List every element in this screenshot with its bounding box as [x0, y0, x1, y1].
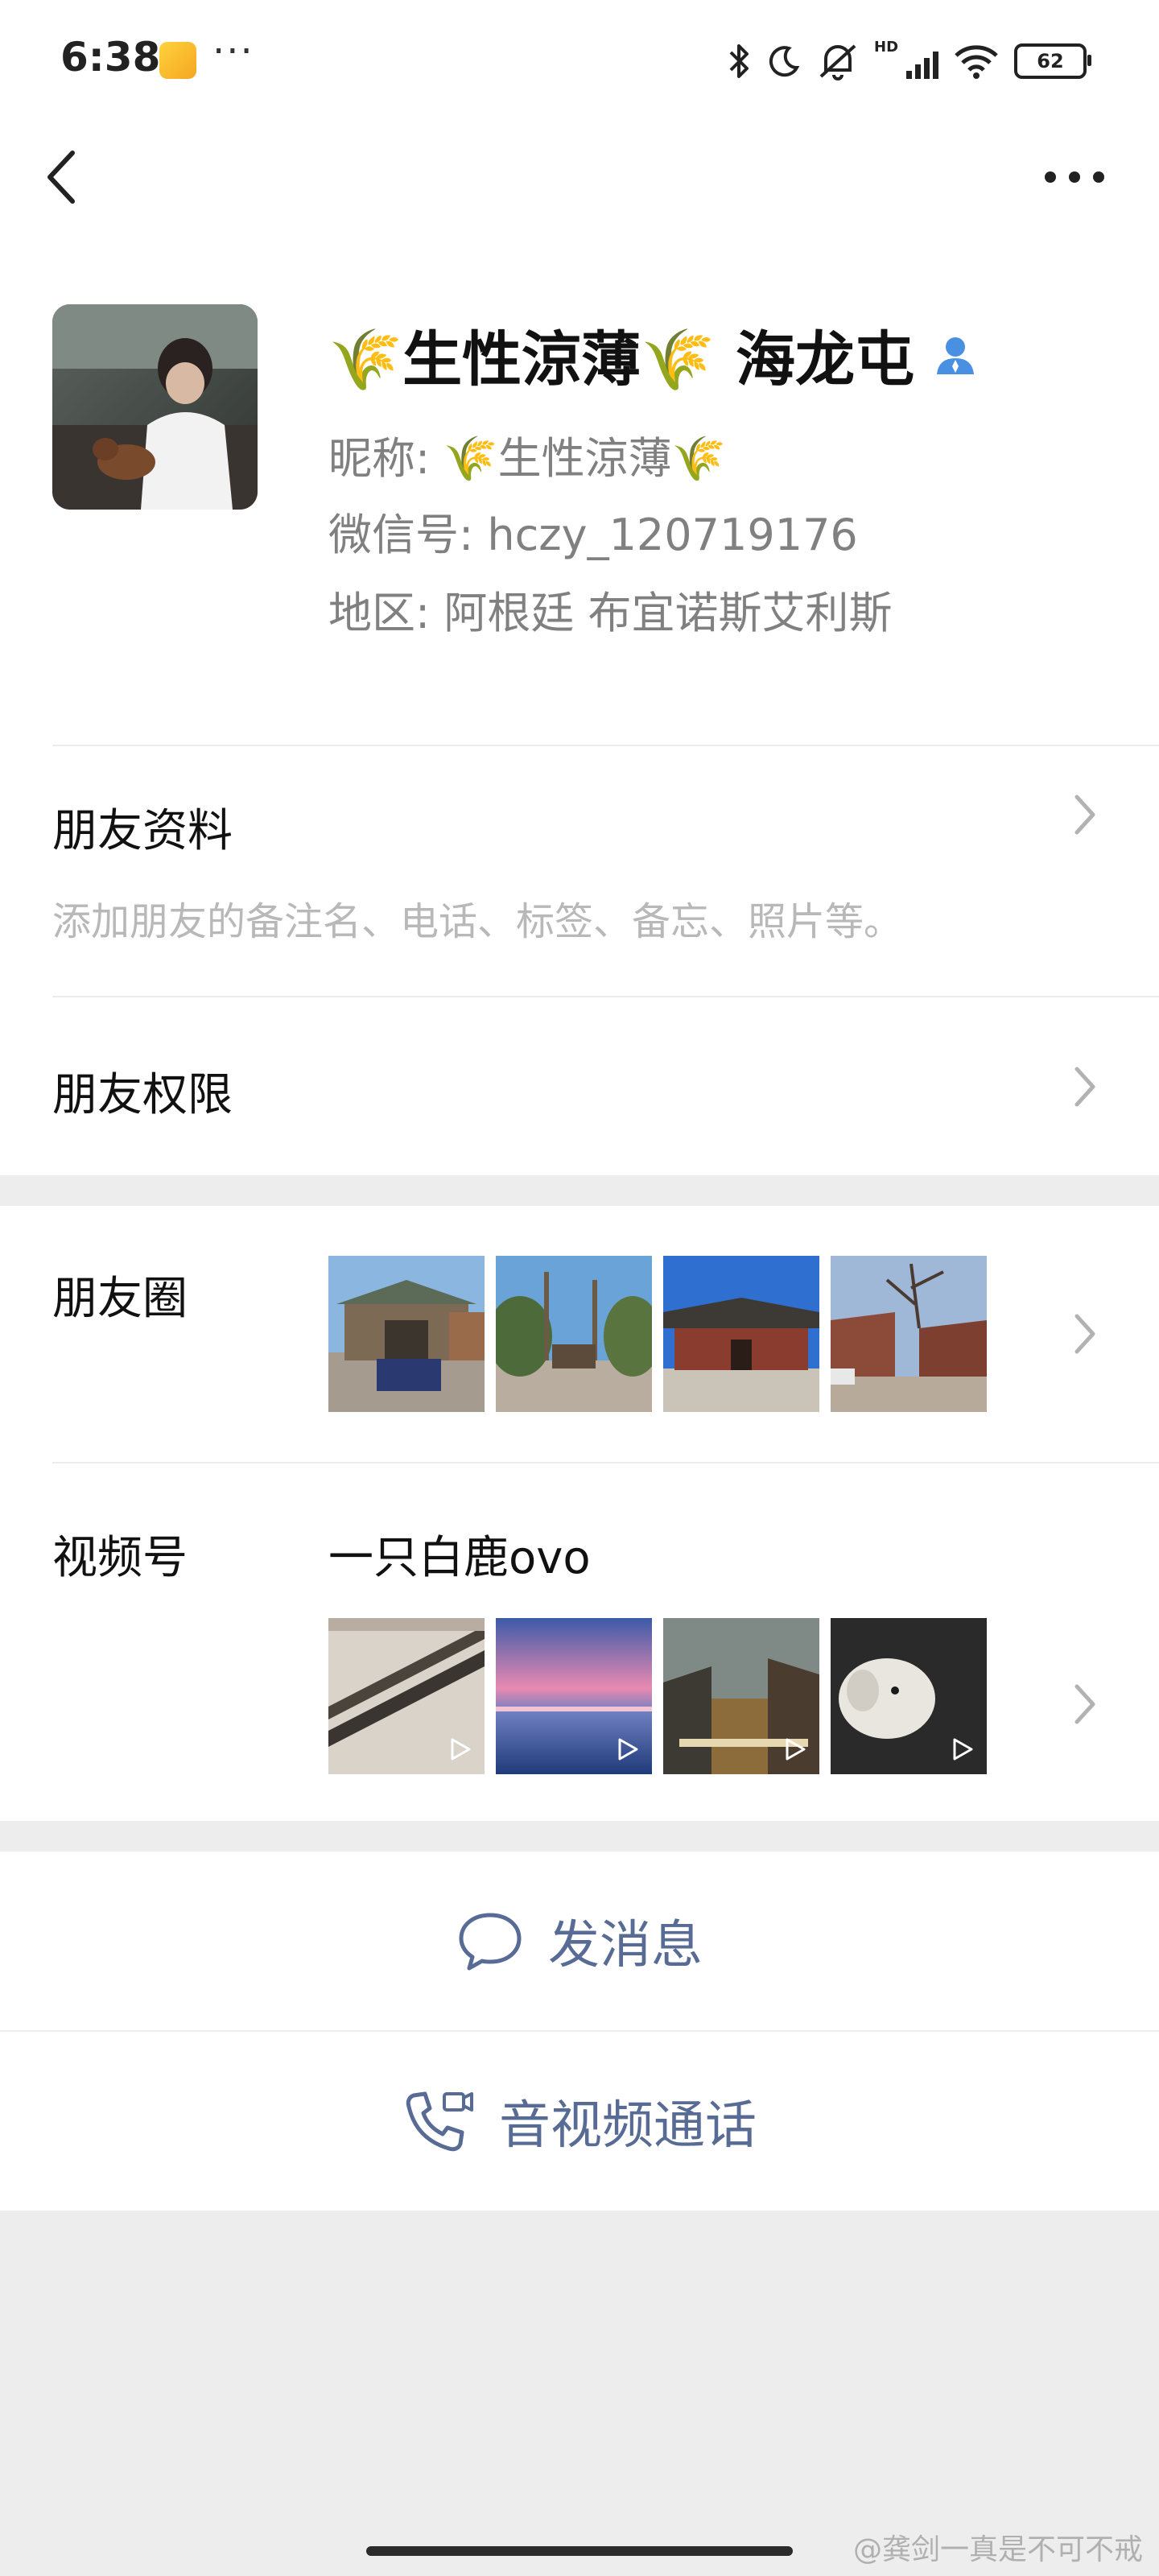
moon-icon — [769, 46, 800, 77]
voice-video-call-content: 音视频通话 — [0, 2032, 1159, 2211]
nickname-line: 昵称: 🌾生性涼薄🌾 — [328, 433, 726, 484]
wifi-icon — [955, 45, 998, 79]
back-button[interactable] — [40, 141, 89, 213]
channel-video-thumbnail — [663, 1618, 819, 1774]
battery-indicator: 62 — [1014, 43, 1091, 79]
moments-thumbnail — [496, 1256, 652, 1412]
moments-thumbnail — [831, 1256, 987, 1412]
region-line: 地区: 阿根廷 布宜诺斯艾利斯 — [328, 588, 893, 638]
status-time: 6:38 — [60, 34, 161, 80]
section-separator — [0, 1175, 1159, 1206]
channel-video-thumbnail — [328, 1618, 485, 1774]
more-notifications-indicator: ··· — [212, 29, 254, 74]
home-indicator[interactable] — [366, 2546, 793, 2556]
avatar-photo — [52, 304, 258, 510]
moments-thumbnail — [328, 1256, 485, 1412]
profile-display-name: 🌾生性涼薄🌾 海龙屯 — [328, 324, 915, 394]
play-icon — [451, 1738, 471, 1761]
chevron-right-icon — [1074, 1684, 1095, 1724]
chevron-right-icon — [1074, 1067, 1095, 1107]
send-message-button[interactable]: 发消息 — [0, 1852, 1159, 2030]
voice-video-call-label: 音视频通话 — [499, 2096, 757, 2156]
chevron-right-icon — [1074, 1314, 1095, 1354]
voice-video-call-button[interactable]: 音视频通话 — [0, 2032, 1159, 2211]
send-message-label: 发消息 — [548, 1916, 703, 1975]
status-bar: 6:38 ··· HD 62 — [0, 0, 1159, 121]
channel-video-thumbnail — [496, 1618, 652, 1774]
system-icons: HD 62 — [728, 37, 1091, 85]
phone-video-icon — [406, 2091, 473, 2152]
play-icon — [786, 1738, 806, 1761]
moments-title: 朋友圈 — [52, 1273, 188, 1325]
chevron-left-icon — [47, 151, 75, 204]
play-icon — [618, 1738, 638, 1761]
chat-bubble-icon — [459, 1913, 522, 1971]
mute-bell-icon — [819, 44, 856, 80]
friend-info-row[interactable] — [0, 746, 1159, 996]
send-message-content: 发消息 — [0, 1852, 1159, 2030]
channel-name: 一只白鹿ovo — [328, 1532, 591, 1584]
play-icon — [953, 1738, 973, 1761]
battery-level: 62 — [1037, 50, 1064, 72]
channels-title: 视频号 — [52, 1532, 188, 1584]
more-dots-icon — [1045, 171, 1104, 183]
friend-permissions-title: 朋友权限 — [52, 1069, 233, 1121]
profile-name-row: 🌾生性涼薄🌾 海龙屯 — [328, 310, 979, 398]
channel-video-thumbnail — [831, 1618, 987, 1774]
friend-info-title: 朋友资料 — [52, 805, 233, 857]
contact-icon — [937, 337, 975, 374]
more-options-button[interactable] — [1038, 157, 1111, 197]
notes-app-icon — [159, 42, 196, 79]
friend-info-subtitle: 添加朋友的备注名、电话、标签、备忘、照片等。 — [52, 899, 903, 944]
watermark: @龚剑一真是不可不戒 — [852, 2533, 1143, 2566]
bluetooth-icon — [729, 44, 749, 78]
chevron-right-icon — [1074, 795, 1095, 835]
avatar[interactable] — [52, 304, 258, 510]
wechat-id-line: 微信号: hczy_120719176 — [328, 510, 858, 560]
hd-label: HD — [874, 39, 899, 56]
moments-thumbnail — [663, 1256, 819, 1412]
cellular-signal-icon: HD — [874, 39, 938, 79]
